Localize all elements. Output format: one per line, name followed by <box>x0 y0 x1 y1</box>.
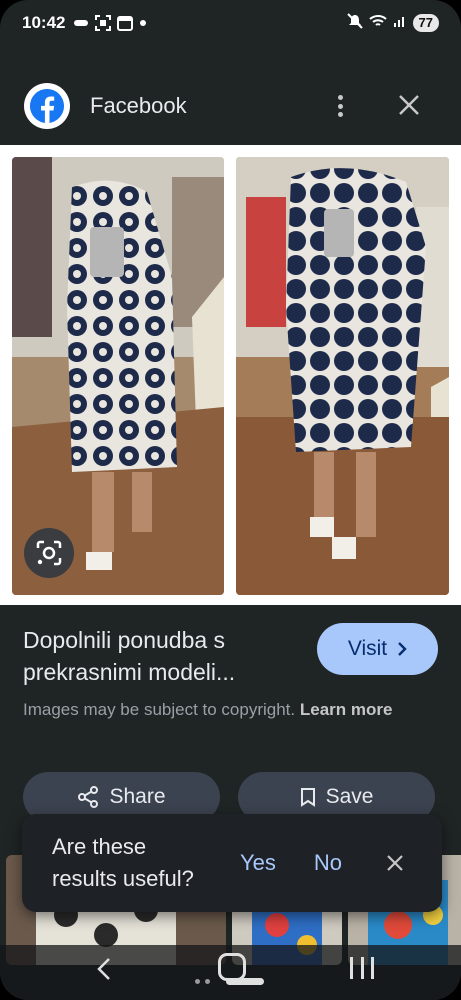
google-lens-icon[interactable] <box>24 528 74 578</box>
visit-label: Visit <box>347 637 388 660</box>
more-options-icon[interactable] <box>328 94 352 118</box>
feedback-question-line2: results useful? <box>52 866 194 891</box>
home-icon[interactable] <box>218 953 246 981</box>
facebook-logo-icon <box>24 83 70 129</box>
status-time: 10:42 <box>22 13 66 32</box>
calendar-icon <box>117 15 134 31</box>
feedback-question-line1: Are these <box>52 834 147 859</box>
copyright-text: Images may be subject to copyright. <box>23 700 296 719</box>
feedback-question: Are these results useful? <box>52 831 222 895</box>
result-title[interactable]: Dopolnili ponudba s prekrasnimi modeli..… <box>23 624 298 688</box>
dress-photo-right[interactable] <box>236 157 449 595</box>
image-preview[interactable] <box>0 145 461 605</box>
feedback-yes-button[interactable]: Yes <box>240 850 276 876</box>
status-right: 77 <box>346 12 439 34</box>
notification-icon <box>73 17 89 29</box>
wifi-icon <box>368 13 387 33</box>
screenshot-icon <box>95 15 112 31</box>
recent-apps-icon[interactable] <box>350 957 374 979</box>
home-handle-icon <box>226 978 264 985</box>
save-label: Save <box>325 785 374 808</box>
battery-indicator: 77 <box>412 14 439 32</box>
signal-icon <box>393 13 407 33</box>
screen: 10:42 77 Facebook Dopolnili ponudba s pr… <box>0 0 461 1000</box>
dot-icon <box>139 19 147 27</box>
result-title-line2: prekrasnimi modeli... <box>23 659 236 685</box>
site-name[interactable]: Facebook <box>90 93 187 119</box>
feedback-no-button[interactable]: No <box>314 850 342 876</box>
page-indicator-icon <box>195 979 210 984</box>
result-title-line1: Dopolnili ponudba s <box>23 627 226 653</box>
feedback-prompt: Are these results useful? Yes No <box>22 814 442 912</box>
close-icon[interactable] <box>386 854 404 872</box>
copyright-notice: Images may be subject to copyright. Lear… <box>23 696 443 723</box>
share-label: Share <box>109 785 166 808</box>
learn-more-link[interactable]: Learn more <box>300 700 393 719</box>
share-icon <box>78 786 99 808</box>
close-icon[interactable] <box>396 92 422 118</box>
bookmark-icon <box>300 788 315 807</box>
system-nav-bar <box>0 945 461 1000</box>
visit-button[interactable]: Visit <box>317 623 438 675</box>
chevron-right-icon <box>398 642 407 656</box>
result-header: Facebook <box>0 70 461 142</box>
back-icon[interactable] <box>96 957 112 981</box>
status-bar: 10:42 77 <box>0 0 461 46</box>
mute-icon <box>346 12 363 34</box>
